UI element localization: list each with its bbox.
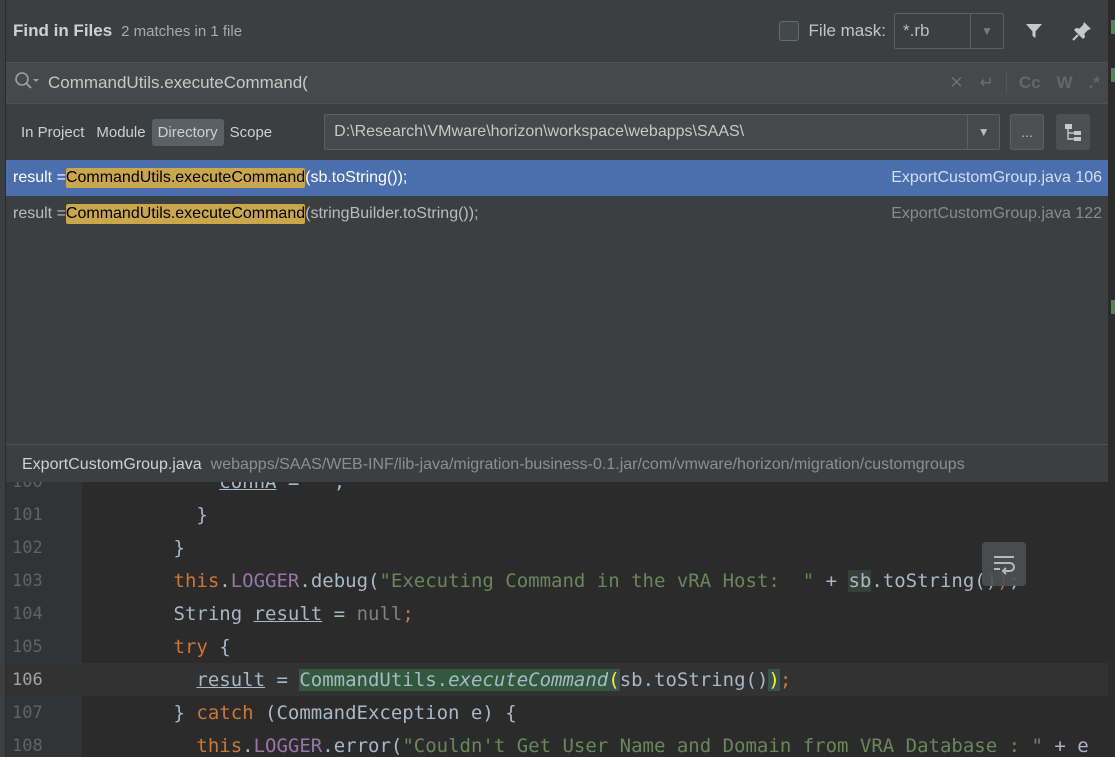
edge-marker [1111,300,1115,314]
result-match: CommandUtils.executeCommand [65,204,306,224]
line-number: 105 [12,636,43,657]
result-suffix: (sb.toString()); [305,169,408,186]
code-line: 108 this.LOGGER.error("Couldn't Get User… [6,729,1108,757]
popup-header: Find in Files 2 matches in 1 file File m… [6,0,1108,62]
result-suffix: (stringBuilder.toString()); [305,205,479,222]
search-row: CommandUtils.executeCommand( ✕ ↵ Cc W .* [6,62,1108,104]
code-line: 100 cohhA = ""; [6,482,1108,498]
file-mask-combo[interactable]: *.rb ▼ [894,13,1004,49]
code-line: 103 this.LOGGER.debug("Executing Command… [6,564,1108,597]
tab-scope[interactable]: Scope [224,119,279,146]
preview-header: ExportCustomGroup.java webapps/SAAS/WEB-… [6,444,1108,484]
result-prefix: result = [13,169,66,186]
scope-row: In Project Module Directory Scope D:\Res… [6,104,1108,160]
line-number: 107 [12,702,43,723]
directory-path[interactable]: D:\Research\VMware\horizon\workspace\web… [325,123,967,141]
search-icon[interactable] [14,71,40,96]
directory-combo[interactable]: D:\Research\VMware\horizon\workspace\web… [324,114,1001,150]
regex-toggle[interactable]: .* [1089,73,1100,93]
tab-directory[interactable]: Directory [151,118,224,146]
popup-title: Find in Files [13,21,113,40]
chevron-down-icon[interactable]: ▼ [967,115,999,149]
file-mask-label: File mask: [808,21,886,40]
divider [1005,72,1007,94]
pin-icon[interactable] [1064,13,1100,49]
preview-file-name: ExportCustomGroup.java [22,455,202,473]
edge-marker [1111,68,1115,82]
recursive-tree-icon[interactable] [1056,114,1091,150]
code-line: 107 } catch (CommandException e) { [6,696,1108,729]
match-case-toggle[interactable]: Cc [1019,73,1041,93]
edge-marker [1111,20,1115,34]
results-list: result = CommandUtils.executeCommand (sb… [6,160,1108,444]
result-prefix: result = [13,205,66,222]
find-in-files-popup: Find in Files 2 matches in 1 file File m… [6,0,1108,757]
result-match: CommandUtils.executeCommand [65,168,306,188]
right-editor-edge [1107,0,1115,757]
search-input[interactable]: CommandUtils.executeCommand( [48,73,941,93]
browse-button[interactable]: ... [1010,114,1045,150]
code-line-current: 106 result = CommandUtils.executeCommand… [6,663,1108,696]
soft-wrap-icon[interactable] [982,542,1026,586]
file-mask-value[interactable]: *.rb [895,14,971,48]
preview-file-path: webapps/SAAS/WEB-INF/lib-java/migration-… [210,455,965,473]
result-row[interactable]: result = CommandUtils.executeCommand (sb… [6,160,1108,196]
result-row[interactable]: result = CommandUtils.executeCommand (st… [6,196,1108,232]
line-number: 108 [12,735,43,756]
code-line: 105 try { [6,630,1108,663]
line-number: 101 [12,504,43,525]
clear-icon[interactable]: ✕ [949,73,963,93]
tab-module[interactable]: Module [90,119,151,146]
result-file: ExportCustomGroup.java 106 [891,169,1102,186]
filter-icon[interactable] [1016,13,1052,49]
line-number: 103 [12,570,43,591]
code-line: 102 } [6,531,1108,564]
tab-in-project[interactable]: In Project [15,119,90,146]
line-number: 104 [12,603,43,624]
code-line: 104 String result = null; [6,597,1108,630]
line-number: 102 [12,537,43,558]
file-mask-checkbox[interactable] [778,21,799,41]
whole-words-toggle[interactable]: W [1057,73,1073,93]
chevron-down-icon[interactable]: ▼ [971,24,1003,38]
new-line-icon[interactable]: ↵ [980,73,994,93]
match-count: 2 matches in 1 file [121,22,243,40]
code-line: 101 } [6,498,1108,531]
line-number: 100 [6,482,82,492]
result-file: ExportCustomGroup.java 122 [891,205,1102,222]
code-preview[interactable]: 100 cohhA = ""; 101 } 102 } 103 this.LOG… [6,482,1108,757]
line-number: 106 [12,669,43,690]
